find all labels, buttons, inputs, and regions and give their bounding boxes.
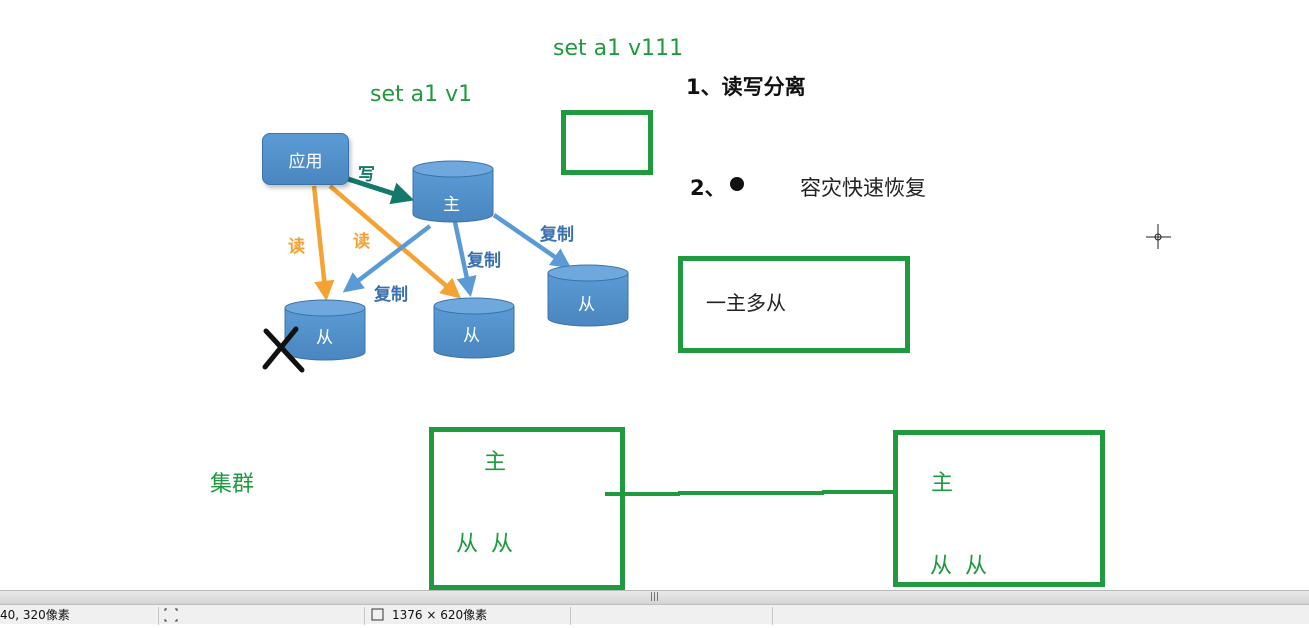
crosshair-cursor-icon — [1146, 224, 1171, 249]
app-node-label: 应用 — [288, 151, 323, 172]
slave-label-2: 从 — [463, 326, 480, 346]
cluster-right-master: 主 — [931, 471, 954, 496]
cursor-position-readout: 40, 320像素 — [0, 608, 70, 622]
status-separator — [158, 607, 159, 625]
write-label: 写 — [358, 165, 375, 185]
write-arrow — [344, 175, 415, 205]
status-separator — [772, 607, 773, 625]
horizontal-splitter-grip[interactable]: ||| — [0, 591, 1309, 605]
status-bar: ||| 40, 320像素 1376 × 620像素 — [0, 590, 1309, 625]
status-separator — [364, 607, 365, 625]
read-arrow-1 — [311, 185, 335, 302]
image-size-readout: 1376 × 620像素 — [392, 608, 488, 622]
cluster-box-right — [893, 430, 1105, 587]
replication-diagram — [262, 160, 1171, 496]
whiteboard-canvas: set a1 v111 set a1 v1 集群 1、读写分离 2、 容灾快速恢… — [0, 0, 1309, 590]
slave-label-1: 从 — [316, 328, 333, 348]
copy-label-3: 复制 — [540, 225, 574, 245]
cluster-right-slaves: 从 从 — [930, 554, 987, 579]
slave-label-3: 从 — [578, 295, 595, 315]
selection-size-icon — [164, 605, 178, 625]
copy-label-1: 复制 — [374, 285, 408, 305]
image-size-icon — [371, 605, 385, 625]
copy-label-2: 复制 — [467, 251, 501, 271]
cluster-box-left — [429, 427, 625, 590]
cluster-left-slaves: 从 从 — [456, 532, 513, 557]
master-label: 主 — [443, 195, 460, 215]
read-label-2: 读 — [353, 232, 370, 252]
read-label-1: 读 — [288, 237, 305, 257]
cluster-left-master: 主 — [484, 450, 507, 475]
status-separator — [570, 607, 571, 625]
app-node: 应用 — [262, 133, 349, 185]
